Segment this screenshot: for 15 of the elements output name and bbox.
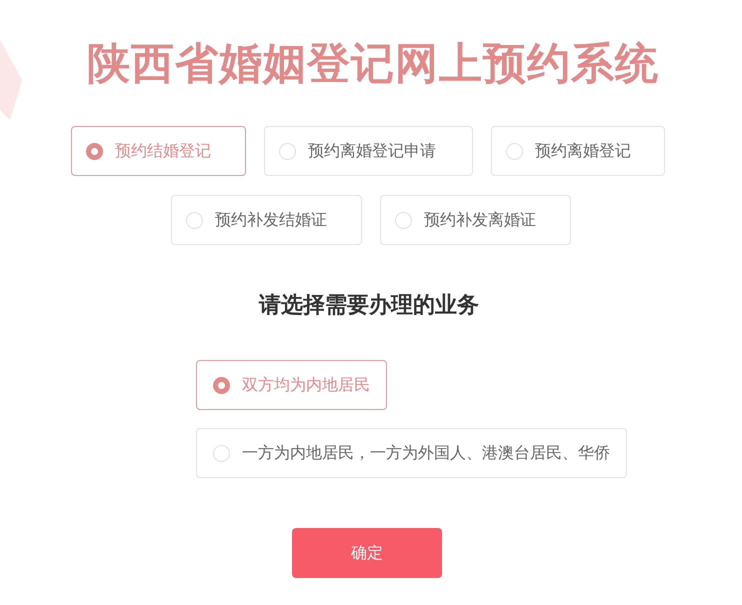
radio-option[interactable]: 预约补发结婚证	[171, 195, 362, 245]
page-title: 陕西省婚姻登记网上预约系统	[87, 38, 659, 91]
radio-checked-icon	[213, 376, 230, 394]
radio-icon	[279, 142, 296, 160]
radio-icon	[213, 444, 230, 462]
radio-option[interactable]: 预约离婚登记申请	[264, 126, 473, 176]
confirm-button[interactable]: 确定	[292, 528, 442, 578]
radio-option[interactable]: 一方为内地居民，一方为外国人、港澳台居民、华侨	[196, 428, 627, 478]
radio-option[interactable]: 预约补发离婚证	[380, 195, 571, 245]
radio-icon	[395, 212, 412, 228]
section-heading: 请选择需要办理的业务	[259, 292, 479, 320]
radio-checked-icon	[86, 142, 103, 160]
radio-icon	[186, 212, 203, 228]
radio-option[interactable]: 预约离婚登记	[491, 126, 665, 176]
radio-icon	[506, 142, 523, 160]
